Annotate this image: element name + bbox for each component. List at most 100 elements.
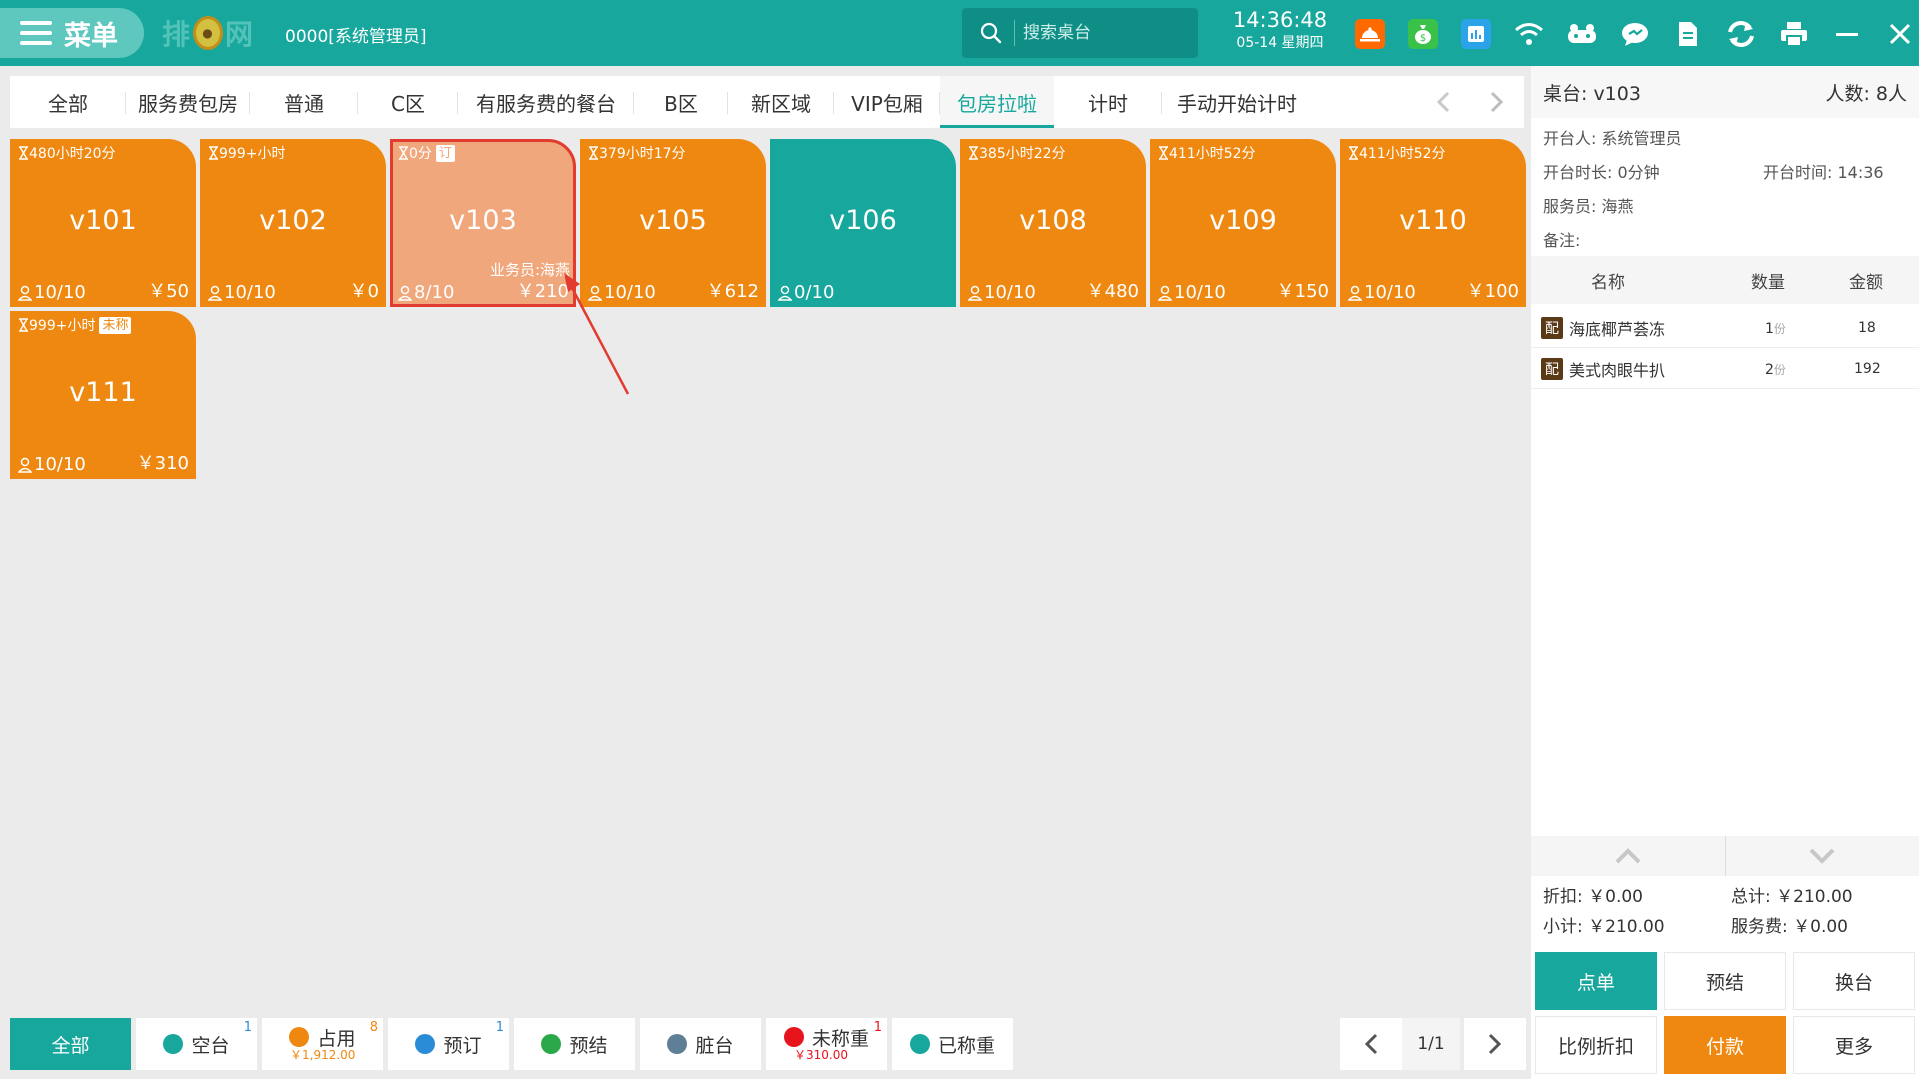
clock-time: 14:36:48 bbox=[1232, 8, 1328, 32]
order-row[interactable]: 配 美式肉眼牛扒 2份 192 bbox=[1531, 349, 1919, 389]
tab-new-area[interactable]: 新区域 bbox=[728, 76, 834, 128]
item-name: 美式肉眼牛扒 bbox=[1569, 360, 1666, 380]
table-guests: 10/10 bbox=[1158, 282, 1226, 303]
discount-value: 折扣: ￥0.00 bbox=[1543, 887, 1643, 907]
gamepad-icon[interactable] bbox=[1566, 18, 1598, 50]
filter-unweighed-button[interactable]: 未称重 1 ￥310.00 bbox=[766, 1018, 887, 1070]
table-card-v101[interactable]: 480小时20分 v101 10/10 ￥50 bbox=[10, 139, 196, 307]
guest-count: 人数: 8人 bbox=[1825, 82, 1907, 105]
tab-all[interactable]: 全部 bbox=[10, 76, 126, 128]
table-card-v108[interactable]: 385小时22分 v108 10/10 ￥480 bbox=[960, 139, 1146, 307]
item-amount: 192 bbox=[1854, 360, 1881, 377]
money-bag-icon[interactable]: $ bbox=[1407, 18, 1439, 50]
table-guests: 10/10 bbox=[1348, 282, 1416, 303]
tab-area-b[interactable]: B区 bbox=[634, 76, 728, 128]
search-input[interactable] bbox=[1023, 23, 1193, 43]
table-amount: ￥150 bbox=[1276, 281, 1329, 302]
document-icon[interactable] bbox=[1672, 18, 1704, 50]
order-scroll bbox=[1531, 836, 1919, 876]
chevron-right-icon bbox=[1490, 91, 1504, 113]
chevron-up-icon bbox=[1615, 848, 1641, 864]
hourglass-icon bbox=[19, 146, 28, 160]
app-logo: 排 ● 网 bbox=[162, 12, 262, 54]
tab-manual-timing[interactable]: 手动开始计时 bbox=[1162, 76, 1312, 128]
package-tag-icon: 配 bbox=[1541, 316, 1563, 339]
table-card-v110[interactable]: 411小时52分 v110 10/10 ￥100 bbox=[1340, 139, 1526, 307]
menu-button[interactable]: 菜单 bbox=[0, 8, 144, 58]
table-search[interactable] bbox=[962, 8, 1198, 58]
tab-service-fee-tables[interactable]: 有服务费的餐台 bbox=[458, 76, 634, 128]
page-next-button[interactable] bbox=[1464, 1018, 1526, 1070]
table-card-v102[interactable]: 999+小时 v102 10/10 ￥0 bbox=[200, 139, 386, 307]
report-icon[interactable] bbox=[1460, 18, 1492, 50]
scroll-down-button[interactable] bbox=[1726, 836, 1919, 876]
filter-reserved-button[interactable]: 预订 1 bbox=[388, 1018, 509, 1070]
tab-vip-room[interactable]: VIP包厢 bbox=[834, 76, 940, 128]
clock: 14:36:48 05-14 星期四 bbox=[1232, 6, 1328, 52]
table-guests: 0/10 bbox=[778, 282, 834, 303]
table-info: 开台人: 系统管理员 开台时长: 0分钟 开台时间: 14:36 服务员: 海燕… bbox=[1543, 122, 1884, 258]
page-prev-button[interactable] bbox=[1340, 1018, 1402, 1070]
subtotal-value: 小计: ￥210.00 bbox=[1543, 917, 1665, 937]
table-card-v111[interactable]: 999+小时 未称 v111 10/10 ￥310 bbox=[10, 311, 196, 479]
tab-area-c[interactable]: C区 bbox=[358, 76, 458, 128]
table-card-v106[interactable]: v106 0/10 bbox=[770, 139, 956, 307]
total-value: 总计: ￥210.00 bbox=[1731, 887, 1853, 907]
table-amount: ￥612 bbox=[706, 281, 759, 302]
col-qty: 数量 bbox=[1751, 272, 1785, 293]
pay-button[interactable]: 付款 bbox=[1664, 1016, 1786, 1074]
status-amount: ￥1,912.00 bbox=[290, 1048, 356, 1062]
chat-icon[interactable] bbox=[1619, 18, 1651, 50]
table-name: v108 bbox=[1019, 205, 1087, 236]
table-card-v109[interactable]: 411小时52分 v109 10/10 ￥150 bbox=[1150, 139, 1336, 307]
order-row[interactable]: 配 海底椰芦荟冻 1份 18 bbox=[1531, 308, 1919, 348]
ratio-discount-button[interactable]: 比例折扣 bbox=[1535, 1016, 1657, 1074]
close-icon[interactable] bbox=[1884, 18, 1916, 50]
minimize-icon[interactable] bbox=[1831, 18, 1863, 50]
table-name: v110 bbox=[1399, 205, 1467, 236]
wifi-icon[interactable] bbox=[1513, 18, 1545, 50]
table-duration: 0分订 bbox=[398, 143, 455, 163]
hourglass-icon bbox=[1349, 146, 1358, 160]
status-label: 脏台 bbox=[695, 1034, 734, 1057]
filter-prebilled-button[interactable]: 预结 bbox=[514, 1018, 635, 1070]
tabs-prev-button[interactable] bbox=[1416, 76, 1470, 128]
status-count: 8 bbox=[369, 1020, 378, 1035]
table-guests: 10/10 bbox=[18, 282, 86, 303]
item-qty: 1份 bbox=[1765, 321, 1786, 337]
change-table-button[interactable]: 换台 bbox=[1793, 952, 1915, 1010]
status-count: 1 bbox=[495, 1020, 504, 1035]
tab-private-room[interactable]: 包房拉啦 bbox=[940, 76, 1054, 128]
tabs-next-button[interactable] bbox=[1470, 76, 1524, 128]
order-panel: 桌台: v103 人数: 8人 开台人: 系统管理员 开台时长: 0分钟 开台时… bbox=[1531, 66, 1919, 1079]
tab-timing[interactable]: 计时 bbox=[1054, 76, 1162, 128]
person-icon bbox=[398, 285, 412, 301]
table-amount: ￥0 bbox=[349, 281, 379, 302]
table-amount: ￥480 bbox=[1086, 281, 1139, 302]
tab-service-fee-room[interactable]: 服务费包房 bbox=[126, 76, 250, 128]
menu-label: 菜单 bbox=[64, 20, 118, 52]
filter-all-button[interactable]: 全部 bbox=[10, 1018, 131, 1070]
filter-occupied-button[interactable]: 占用 8 ￥1,912.00 bbox=[262, 1018, 383, 1070]
status-amount: ￥310.00 bbox=[794, 1048, 848, 1062]
table-card-v103[interactable]: 0分订 v103 业务员:海燕 8/10 ￥210 bbox=[390, 139, 576, 307]
more-button[interactable]: 更多 bbox=[1793, 1016, 1915, 1074]
tab-normal[interactable]: 普通 bbox=[250, 76, 358, 128]
table-guests: 10/10 bbox=[18, 454, 86, 475]
order-summary: 折扣: ￥0.00 总计: ￥210.00 小计: ￥210.00 服务费: ￥… bbox=[1531, 878, 1919, 938]
duration-label: 开台时长: 0分钟 bbox=[1543, 163, 1660, 182]
filter-dirty-button[interactable]: 脏台 bbox=[640, 1018, 761, 1070]
table-guests: 8/10 bbox=[398, 282, 454, 303]
scroll-up-button[interactable] bbox=[1531, 836, 1726, 876]
sync-icon[interactable] bbox=[1725, 18, 1757, 50]
table-name: v102 bbox=[259, 205, 327, 236]
prebill-button[interactable]: 预结 bbox=[1664, 952, 1786, 1010]
service-bell-icon[interactable] bbox=[1354, 18, 1386, 50]
filter-free-button[interactable]: 空台 1 bbox=[136, 1018, 257, 1070]
printer-icon[interactable] bbox=[1778, 18, 1810, 50]
service-fee-value: 服务费: ￥0.00 bbox=[1731, 917, 1848, 937]
order-button[interactable]: 点单 bbox=[1535, 952, 1657, 1010]
filter-weighed-button[interactable]: 已称重 bbox=[892, 1018, 1013, 1070]
table-guests: 10/10 bbox=[968, 282, 1036, 303]
table-duration: 385小时22分 bbox=[968, 143, 1066, 163]
